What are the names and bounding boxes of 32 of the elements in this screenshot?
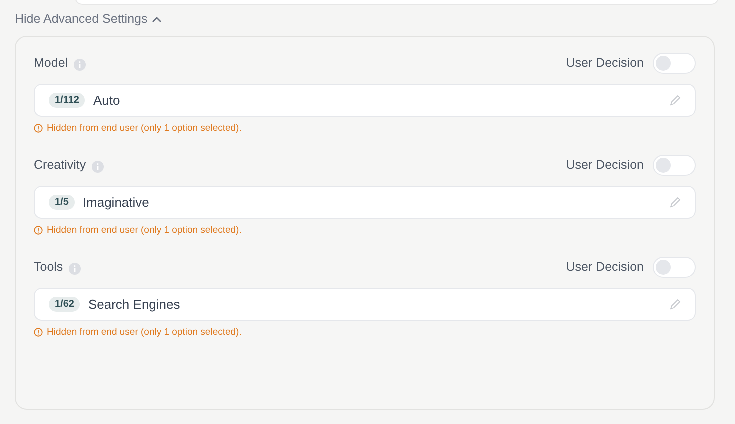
advanced-settings-toggle[interactable]: Hide Advanced Settings: [15, 12, 162, 26]
chevron-up-icon: [152, 16, 162, 22]
field-value: Search Engines: [88, 297, 182, 312]
selection-field[interactable]: 1/62 Search Engines: [34, 288, 696, 321]
user-decision-switch[interactable]: [653, 52, 696, 74]
user-decision-switch[interactable]: [653, 154, 696, 176]
info-icon[interactable]: [92, 161, 104, 173]
count-badge: 1/62: [49, 297, 80, 312]
toggle-label: User Decision: [566, 260, 644, 274]
warning-icon: [34, 226, 43, 235]
warning-text: Hidden from end user (only 1 option selected).: [47, 225, 242, 236]
warning-text: Hidden from end user (only 1 option selected).: [47, 327, 242, 338]
warning-text: Hidden from end user (only 1 option selected).: [47, 123, 242, 134]
setting-label: Model: [34, 56, 68, 70]
pencil-icon[interactable]: [670, 197, 681, 208]
count-badge: 1/112: [49, 93, 86, 108]
setting-label: Tools: [34, 260, 64, 274]
setting-label: Creativity: [34, 158, 86, 172]
user-decision-switch[interactable]: [653, 256, 696, 278]
field-value: Imaginative: [82, 195, 150, 210]
info-icon[interactable]: [69, 263, 82, 275]
toggle-label: User Decision: [566, 56, 644, 70]
selection-field[interactable]: 1/112 Auto: [34, 84, 696, 117]
count-badge: 1/5: [49, 195, 75, 210]
selection-field[interactable]: 1/5 Imaginative: [34, 186, 696, 219]
pencil-icon[interactable]: [670, 299, 681, 310]
toggle-label: User Decision: [566, 158, 644, 172]
info-icon[interactable]: [74, 59, 86, 71]
warning-icon: [34, 328, 43, 337]
pencil-icon[interactable]: [670, 95, 681, 106]
field-value: Auto: [93, 93, 122, 108]
warning-icon: [34, 124, 43, 133]
